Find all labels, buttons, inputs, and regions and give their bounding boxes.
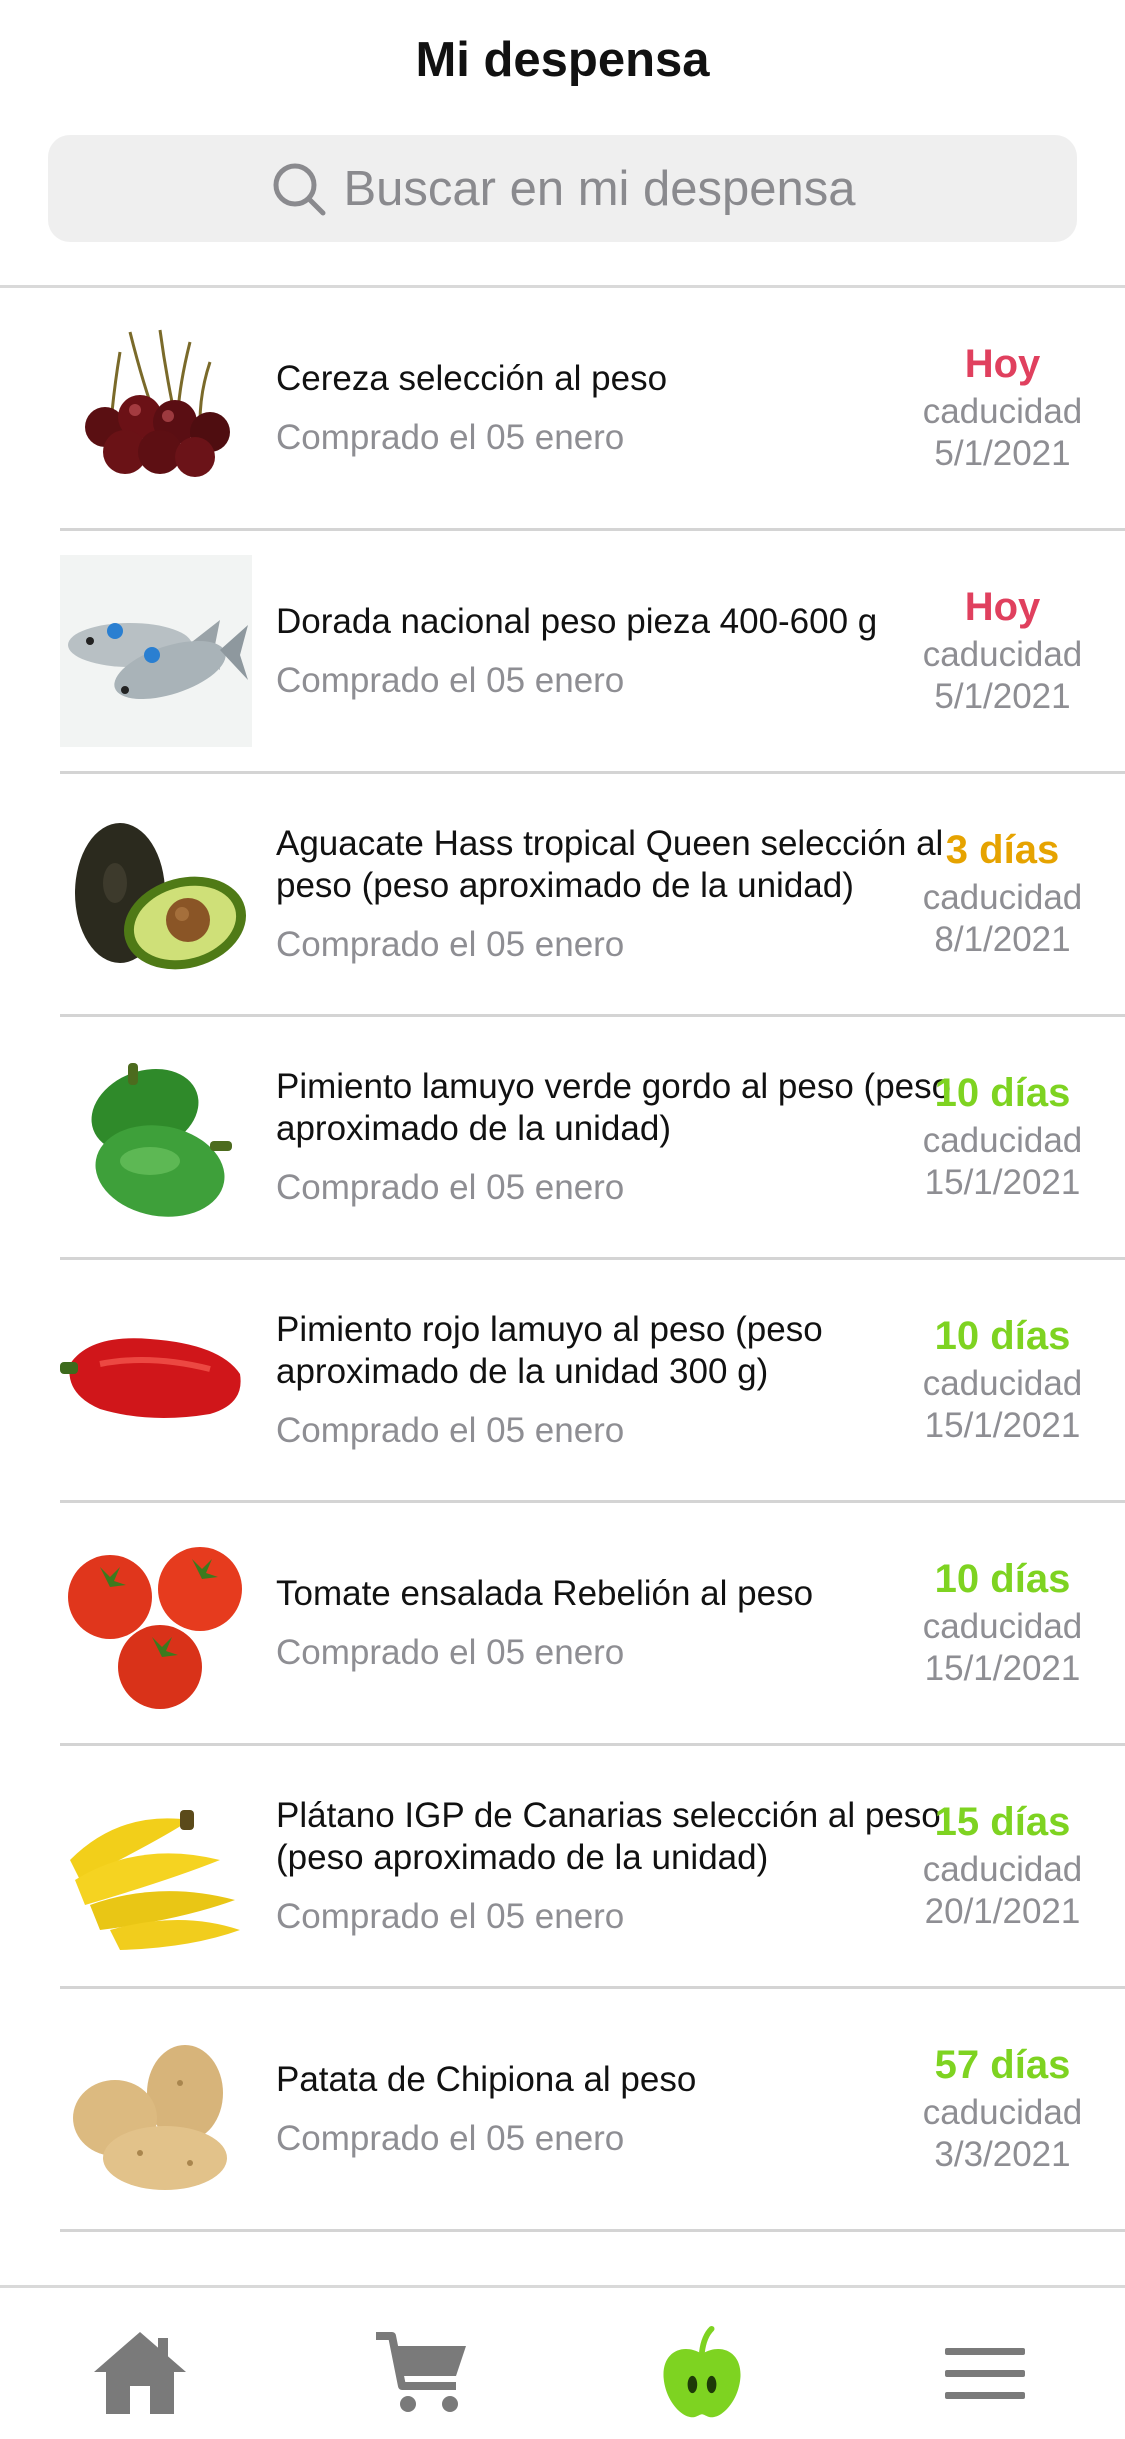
item-bought-date: Comprado el 05 enero: [276, 1168, 625, 1207]
list-item[interactable]: Patata de Chipiona al peso Comprado el 0…: [60, 1989, 1125, 2232]
expiry-info: 10 días caducidad 15/1/2021: [880, 1503, 1125, 1743]
potato-image: [60, 2013, 252, 2205]
expiry-info: 15 días caducidad 20/1/2021: [880, 1746, 1125, 1986]
tab-cart[interactable]: [372, 2328, 472, 2418]
expiry-info: 10 días caducidad 15/1/2021: [880, 1260, 1125, 1500]
days-left: 15 días: [934, 1799, 1071, 1844]
cherries-image: [60, 312, 252, 504]
days-left: Hoy: [964, 584, 1041, 629]
expiry-label: caducidad: [922, 1363, 1083, 1403]
expiry-date: 15/1/2021: [924, 1648, 1081, 1688]
item-name: Pimiento rojo lamuyo al peso (peso aprox…: [276, 1310, 823, 1391]
days-left: 3 días: [945, 827, 1060, 872]
expiry-info: 57 días caducidad 3/3/2021: [880, 1989, 1125, 2229]
item-name: Tomate ensalada Rebelión al peso: [276, 1574, 814, 1613]
pantry-list: Cereza selección al peso Comprado el 05 …: [0, 288, 1125, 2232]
apple-icon: [663, 2325, 741, 2418]
item-name: Aguacate Hass tropical Queen selección a…: [276, 824, 944, 905]
expiry-label: caducidad: [922, 1606, 1083, 1646]
tab-menu[interactable]: [935, 2328, 1035, 2418]
expiry-date: 20/1/2021: [924, 1891, 1081, 1931]
item-bought-date: Comprado el 05 enero: [276, 1897, 625, 1936]
expiry-date: 5/1/2021: [934, 676, 1071, 716]
expiry-info: 3 días caducidad 8/1/2021: [880, 774, 1125, 1014]
expiry-date: 3/3/2021: [934, 2134, 1071, 2174]
expiry-info: Hoy caducidad 5/1/2021: [880, 531, 1125, 771]
expiry-info: Hoy caducidad 5/1/2021: [880, 288, 1125, 528]
item-name: Patata de Chipiona al peso: [276, 2060, 697, 2099]
days-left: 10 días: [934, 1070, 1071, 1115]
menu-icon: [945, 2348, 1025, 2399]
tab-home[interactable]: [90, 2328, 190, 2418]
expiry-label: caducidad: [922, 877, 1083, 917]
avocado-image: [60, 798, 252, 990]
expiry-date: 8/1/2021: [934, 919, 1071, 959]
expiry-label: caducidad: [922, 1120, 1083, 1160]
item-bought-date: Comprado el 05 enero: [276, 925, 625, 964]
green-pepper-image: [60, 1041, 252, 1233]
home-icon: [94, 2332, 186, 2414]
days-left: Hoy: [964, 341, 1041, 386]
banana-image: [60, 1770, 252, 1962]
list-item[interactable]: Pimiento rojo lamuyo al peso (peso aprox…: [60, 1260, 1125, 1503]
item-bought-date: Comprado el 05 enero: [276, 661, 625, 700]
expiry-date: 15/1/2021: [924, 1162, 1081, 1202]
item-name: Plátano IGP de Canarias selección al pes…: [276, 1796, 941, 1877]
search-icon: [269, 159, 329, 219]
expiry-label: caducidad: [922, 391, 1083, 431]
search-bar[interactable]: Buscar en mi despensa: [48, 135, 1077, 242]
expiry-label: caducidad: [922, 1849, 1083, 1889]
list-item[interactable]: Dorada nacional peso pieza 400-600 g Com…: [60, 531, 1125, 774]
list-item[interactable]: Pimiento lamuyo verde gordo al peso (pes…: [60, 1017, 1125, 1260]
cart-icon: [376, 2332, 466, 2412]
item-bought-date: Comprado el 05 enero: [276, 1411, 625, 1450]
item-name: Pimiento lamuyo verde gordo al peso (pes…: [276, 1067, 952, 1148]
item-bought-date: Comprado el 05 enero: [276, 1633, 625, 1672]
list-item[interactable]: Tomate ensalada Rebelión al peso Comprad…: [60, 1503, 1125, 1746]
fish-image: [60, 555, 252, 747]
expiry-date: 5/1/2021: [934, 433, 1071, 473]
item-bought-date: Comprado el 05 enero: [276, 418, 625, 457]
tomato-image: [60, 1527, 252, 1719]
item-bought-date: Comprado el 05 enero: [276, 2119, 625, 2158]
list-item[interactable]: Cereza selección al peso Comprado el 05 …: [60, 288, 1125, 531]
list-item[interactable]: Aguacate Hass tropical Queen selección a…: [60, 774, 1125, 1017]
days-left: 57 días: [934, 2042, 1071, 2087]
item-name: Dorada nacional peso pieza 400-600 g: [276, 602, 878, 641]
days-left: 10 días: [934, 1556, 1071, 1601]
page-title: Mi despensa: [415, 33, 710, 87]
expiry-date: 15/1/2021: [924, 1405, 1081, 1445]
days-left: 10 días: [934, 1313, 1071, 1358]
search-input[interactable]: Buscar en mi despensa: [343, 161, 855, 217]
item-name: Cereza selección al peso: [276, 359, 668, 398]
tab-pantry[interactable]: [652, 2325, 752, 2418]
expiry-label: caducidad: [922, 2092, 1083, 2132]
header: Mi despensa Buscar en mi despensa: [0, 0, 1125, 288]
expiry-info: 10 días caducidad 15/1/2021: [880, 1017, 1125, 1257]
red-pepper-image: [60, 1284, 252, 1476]
expiry-label: caducidad: [922, 634, 1083, 674]
list-item[interactable]: Plátano IGP de Canarias selección al pes…: [60, 1746, 1125, 1989]
tab-bar: [0, 2285, 1125, 2439]
